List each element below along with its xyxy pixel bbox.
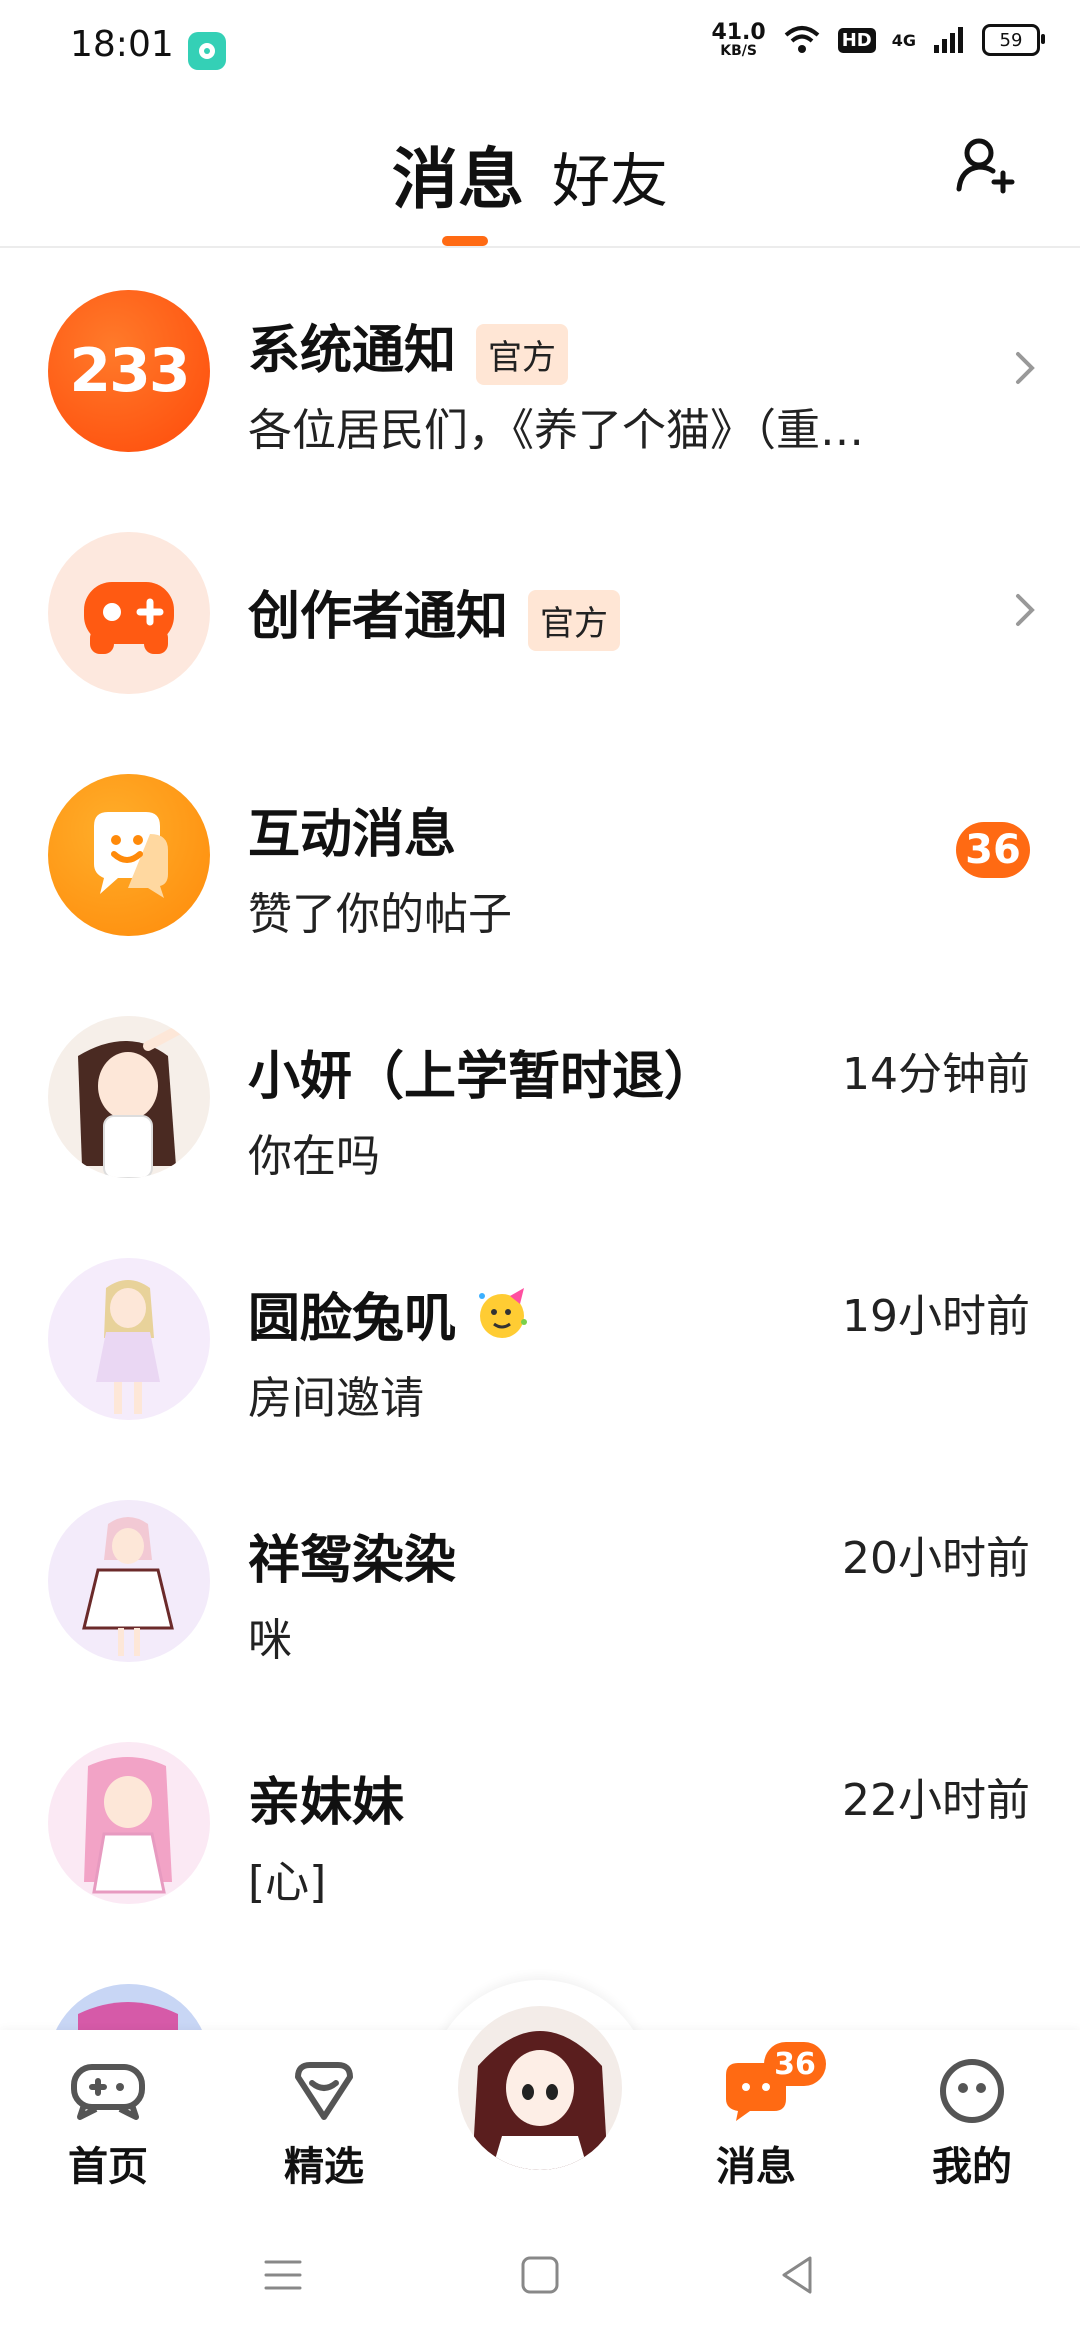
conversation-time: 19小时前 [842,1291,1030,1342]
nav-home[interactable]: 首页 [38,2056,178,2192]
gamepad-icon [71,2064,145,2120]
creator-avatar [48,532,210,694]
conversation-preview: 各位居民们，《养了个猫》（重… [248,405,864,456]
smiley-icon [940,2059,1004,2123]
unread-count-badge: 36 [956,822,1030,878]
nav-label: 我的 [932,2144,1012,2190]
conversation-row-interactions[interactable]: 互动消息 赞了你的帖子 36 [0,732,1080,974]
conversation-row[interactable]: 祥鸳染染 咪 20小时前 [0,1458,1080,1700]
app-notification-icon [188,32,226,70]
nav-featured[interactable]: 精选 [254,2056,394,2192]
conversation-row[interactable]: 圆脸兔叽 房间邀请 19小时前 [0,1216,1080,1458]
add-user-icon [956,138,1015,194]
status-time: 18:01 [70,24,174,65]
battery-indicator: 59 [982,24,1045,56]
gamepad-icon [84,582,174,654]
status-bar: 18:01 41.0 KB/S HD 4G 59 [0,0,1080,96]
tab-friends[interactable]: 好友 [552,134,668,218]
conversation-preview: 你在吗 [248,1131,380,1182]
add-friend-button[interactable] [950,130,1020,200]
conversation-title: 系统通知 官方 [248,308,569,385]
avatar [48,1500,210,1662]
avatar [48,1742,210,1904]
nav-messages[interactable]: 36 消息 [686,2042,826,2192]
interaction-avatar [48,774,210,936]
conversation-title: 亲妹妹 [248,1773,405,1833]
conversation-title: 祥鸳染染 [248,1531,457,1591]
system-avatar: 233 [48,290,210,452]
chat-bubble-icon [94,812,168,898]
avatar [48,1258,210,1420]
active-tab-indicator [442,236,488,246]
nav-label: 精选 [284,2144,364,2190]
conversation-row-system[interactable]: 233 系统通知 官方 各位居民们，《养了个猫》（重… [0,248,1080,490]
menu-icon[interactable] [258,2250,308,2300]
conversation-title: 互动消息 [248,805,457,865]
conversation-row-creator[interactable]: 创作者通知 官方 [0,490,1080,732]
conversation-time: 20小时前 [842,1533,1030,1584]
conversation-preview: [心] [248,1857,327,1908]
nav-mine[interactable]: 我的 [902,2056,1042,2192]
diamond-icon [295,2062,353,2120]
tab-messages[interactable]: 消息 [392,126,524,222]
conversation-preview: 赞了你的帖子 [248,889,512,940]
conversation-title: 小妍（上学暂时退） [248,1047,717,1107]
nav-unread-badge: 36 [764,2042,826,2086]
conversation-row[interactable]: 亲妹妹 [心] 22小时前 [0,1700,1080,1942]
wifi-icon [784,26,820,53]
status-indicators: 41.0 KB/S HD 4G 59 [711,20,1045,59]
chevron-right-icon [1016,352,1035,384]
avatar [48,1016,210,1178]
home-square-icon[interactable] [515,2250,565,2300]
conversation-title: 创作者通知 官方 [248,574,621,651]
conversation-time: 14分钟前 [842,1049,1030,1100]
system-nav-bar [0,2210,1080,2340]
official-badge: 官方 [476,323,569,385]
nav-label: 消息 [716,2144,796,2190]
conversation-title: 圆脸兔叽 [248,1276,530,1351]
party-emoji-icon [479,1288,528,1338]
back-triangle-icon[interactable] [772,2250,822,2300]
chevron-right-icon [1016,594,1035,626]
network-type: 4G [891,30,916,50]
conversation-row[interactable]: 小妍（上学暂时退） 你在吗 14分钟前 [0,974,1080,1216]
nav-label: 首页 [68,2144,148,2190]
official-badge: 官方 [528,589,621,651]
net-speed: 41.0 KB/S [711,20,766,59]
signal-icon [934,27,963,53]
conversation-preview: 咪 [248,1615,292,1666]
header: 消息 好友 [0,96,1080,246]
conversation-time: 22小时前 [842,1775,1030,1826]
center-profile-avatar[interactable] [458,2006,622,2170]
hd-icon: HD [837,27,876,53]
conversation-preview: 房间邀请 [248,1373,424,1424]
